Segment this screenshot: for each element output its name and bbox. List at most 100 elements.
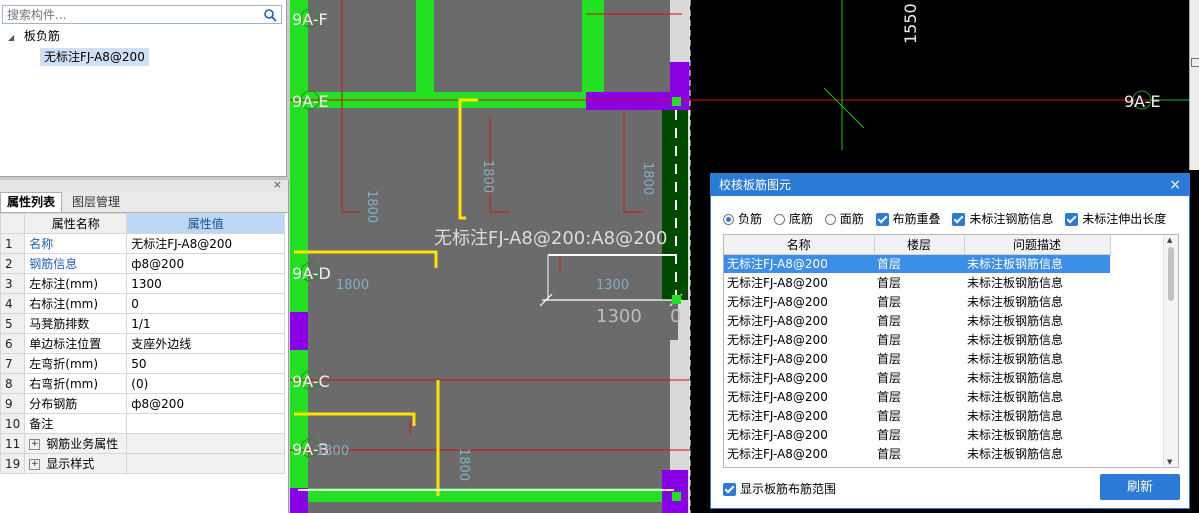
dialog-title-bar[interactable]: 校核板筋图元 × <box>711 174 1189 196</box>
property-value[interactable]: ф8@200 <box>126 253 286 274</box>
row-index: 3 <box>0 273 26 294</box>
refresh-button[interactable]: 刷新 <box>1100 474 1180 500</box>
tab-properties[interactable]: 属性列表 <box>0 192 63 212</box>
issue-row[interactable]: 无标注FJ-A8@200 首层 未标注板钢筋信息 <box>724 349 1110 368</box>
issue-row-selected[interactable]: 无标注FJ-A8@200 首层 未标注板钢筋信息 <box>724 254 1110 273</box>
property-group-row[interactable]: 11 + 钢筋业务属性 <box>0 433 286 454</box>
column-header-name[interactable]: 名称 <box>724 235 875 255</box>
row-index: 7 <box>0 353 26 374</box>
checkbox-checked-icon[interactable] <box>875 213 889 226</box>
issue-row[interactable]: 无标注FJ-A8@200 首层 未标注板钢筋信息 <box>724 311 1110 330</box>
grip-handle[interactable] <box>672 492 681 501</box>
axis-label: 9A-C <box>292 372 330 391</box>
cell-issue: 未标注板钢筋信息 <box>967 295 1064 309</box>
expand-plus-icon[interactable]: + <box>29 439 41 450</box>
close-icon[interactable]: × <box>1169 174 1181 196</box>
expand-plus-icon[interactable]: + <box>29 459 41 470</box>
issue-row[interactable]: 无标注FJ-A8@200 首层 未标注板钢筋信息 <box>724 273 1110 292</box>
dim-text-cyan: 1800 <box>336 278 369 293</box>
component-tree-panel: ◢ 板负筋 无标注FJ-A8@200 <box>0 0 287 177</box>
radio-icon[interactable] <box>773 214 785 225</box>
property-value[interactable] <box>126 413 286 434</box>
grip-handle[interactable] <box>672 97 681 106</box>
dim-text-cyan: 1800 <box>316 444 349 459</box>
row-index: 6 <box>0 333 26 354</box>
cell-floor: 首层 <box>877 295 902 309</box>
property-row-active[interactable]: 7 左弯折(mm) 50 <box>0 353 286 374</box>
expand-triangle-icon[interactable]: ◢ <box>8 29 20 47</box>
property-name: 马凳筋排数 <box>24 313 128 334</box>
grip-handle[interactable] <box>672 295 681 304</box>
beam-top-a <box>416 0 434 92</box>
issue-row[interactable]: 无标注FJ-A8@200 首层 未标注板钢筋信息 <box>724 406 1110 425</box>
close-icon[interactable]: × <box>273 178 282 191</box>
cell-floor: 首层 <box>877 390 902 404</box>
axis-label: 9A-E <box>1124 92 1161 111</box>
scroll-up-icon[interactable]: ▲ <box>1167 236 1172 244</box>
radio-label: 底筋 <box>788 212 813 226</box>
property-value[interactable]: 支座外边线 <box>126 333 286 354</box>
show-range-checkbox[interactable]: 显示板筋布筋范围 <box>723 480 836 497</box>
search-input[interactable] <box>3 6 261 23</box>
check-no-info[interactable]: 未标注钢筋信息 <box>952 210 1053 227</box>
issue-row[interactable]: 无标注FJ-A8@200 首层 未标注板钢筋信息 <box>724 330 1110 349</box>
column-header-issue[interactable]: 问题描述 <box>964 235 1111 255</box>
property-value[interactable]: (0) <box>126 373 286 394</box>
property-value-input[interactable]: 50 <box>126 353 286 374</box>
property-row[interactable]: 2 钢筋信息 ф8@200 <box>0 253 286 274</box>
vertical-scrollbar[interactable]: ▲ ▼ <box>1163 235 1178 467</box>
radio-negative[interactable]: 负筋 <box>723 210 762 227</box>
property-value[interactable]: 无标注FJ-A8@200 <box>126 233 286 254</box>
scroll-down-icon[interactable]: ▼ <box>1167 458 1172 466</box>
check-overlap[interactable]: 布筋重叠 <box>875 210 941 227</box>
tree-node-root[interactable]: ◢ 板负筋 <box>8 27 60 45</box>
checkbox-checked-icon[interactable] <box>723 483 736 496</box>
property-row[interactable]: 5 马凳筋排数 1/1 <box>0 313 286 334</box>
cell-issue: 未标注板钢筋信息 <box>967 428 1064 442</box>
property-row[interactable]: 10 备注 <box>0 413 286 434</box>
property-value[interactable]: ф8@200 <box>126 393 286 414</box>
cell-floor: 首层 <box>877 333 902 347</box>
tab-layers[interactable]: 图层管理 <box>66 192 126 212</box>
cell-floor: 首层 <box>874 254 964 273</box>
column-header-floor[interactable]: 楼层 <box>874 235 965 255</box>
cell-floor: 首层 <box>877 409 902 423</box>
property-group-label: 钢筋业务属性 <box>46 437 119 451</box>
issue-row[interactable]: 无标注FJ-A8@200 首层 未标注板钢筋信息 <box>724 387 1110 406</box>
issue-row[interactable]: 无标注FJ-A8@200 首层 未标注板钢筋信息 <box>724 425 1110 444</box>
checkbox-checked-icon[interactable] <box>1065 213 1079 226</box>
scrollbar-thumb[interactable] <box>1168 247 1174 301</box>
property-name: 左标注(mm) <box>24 273 128 294</box>
cell-floor: 首层 <box>877 371 902 385</box>
check-no-length[interactable]: 未标注伸出长度 <box>1065 210 1166 227</box>
property-row[interactable]: 1 名称 无标注FJ-A8@200 <box>0 233 286 254</box>
cell-issue: 未标注板钢筋信息 <box>967 409 1064 423</box>
radio-icon[interactable] <box>723 214 734 225</box>
property-value[interactable]: 1300 <box>126 273 286 294</box>
checkbox-checked-icon[interactable] <box>952 213 966 226</box>
row-index: 10 <box>0 413 26 434</box>
property-row[interactable]: 4 右标注(mm) 0 <box>0 293 286 314</box>
issue-row[interactable]: 无标注FJ-A8@200 首层 未标注板钢筋信息 <box>724 444 1110 463</box>
property-group[interactable]: + 钢筋业务属性 <box>24 433 128 454</box>
tree-node-selected[interactable]: 无标注FJ-A8@200 <box>40 48 149 66</box>
toolbar-square-icon[interactable] <box>1191 58 1199 67</box>
property-group-row[interactable]: 19 + 显示样式 <box>0 453 286 474</box>
properties-header-bar: × <box>0 178 288 192</box>
property-row[interactable]: 9 分布钢筋 ф8@200 <box>0 393 286 414</box>
property-row[interactable]: 6 单边标注位置 支座外边线 <box>0 333 286 354</box>
issues-table-body: 名称 楼层 问题描述 无标注FJ-A8@200 首层 未标注板钢筋信息 无标注FJ-… <box>724 235 1111 463</box>
radio-icon[interactable] <box>824 214 836 225</box>
cell-issue: 未标注板钢筋信息 <box>967 333 1064 347</box>
property-group[interactable]: + 显示样式 <box>24 453 128 474</box>
issue-row[interactable]: 无标注FJ-A8@200 首层 未标注板钢筋信息 <box>724 292 1110 311</box>
property-value[interactable]: 1/1 <box>126 313 286 334</box>
radio-bottom[interactable]: 底筋 <box>773 210 813 227</box>
property-row[interactable]: 8 右弯折(mm) (0) <box>0 373 286 394</box>
search-icon[interactable] <box>263 8 277 22</box>
properties-header-row: 属性名称 属性值 <box>0 213 286 234</box>
property-row[interactable]: 3 左标注(mm) 1300 <box>0 273 286 294</box>
issue-row[interactable]: 无标注FJ-A8@200 首层 未标注板钢筋信息 <box>724 368 1110 387</box>
radio-top[interactable]: 面筋 <box>824 210 864 227</box>
property-value[interactable]: 0 <box>126 293 286 314</box>
